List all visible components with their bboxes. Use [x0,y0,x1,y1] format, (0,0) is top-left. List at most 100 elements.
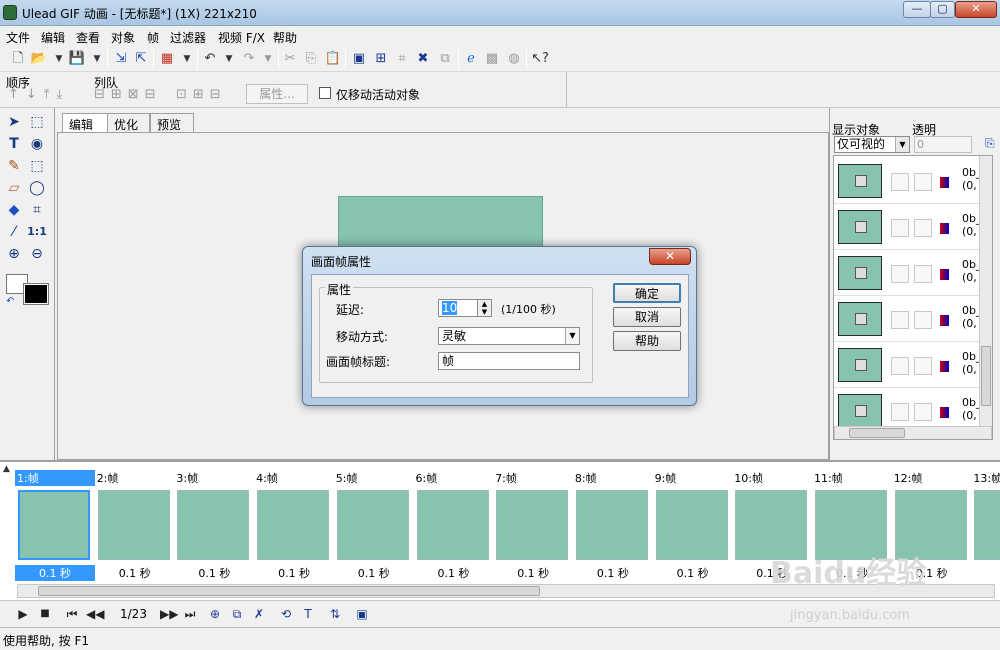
properties-button[interactable]: 属性... [246,84,308,104]
export-icon[interactable]: ▩ [483,50,501,68]
frame-thumbnail[interactable]: 7:帧 0.1 秒 [493,465,573,581]
visible-checkbox[interactable] [891,403,909,421]
lasso-tool-icon[interactable]: ◯ [27,178,47,198]
distribute-tools-icon[interactable]: ⊡⊞⊟ [176,87,227,102]
copy-icon[interactable]: ⎘ [302,50,320,68]
brush-tool-icon[interactable]: ✎ [4,156,24,176]
context-help-icon[interactable]: ↖? [531,50,549,68]
frame-thumbnail[interactable]: 9:帧 0.1 秒 [653,465,733,581]
lock-checkbox[interactable] [914,219,932,237]
tab-edit[interactable]: 编辑 [62,113,108,134]
visible-checkbox[interactable] [891,173,909,191]
frame-thumbnail[interactable]: 1:帧 0.1 秒 [15,465,95,581]
open-dropdown-icon[interactable]: ▼ [50,50,68,68]
add-image-icon[interactable]: ⇲ [112,50,130,68]
visible-checkbox[interactable] [891,311,909,329]
last-frame-icon[interactable]: ⏭ [182,606,198,622]
minimize-button[interactable]: — [903,1,931,18]
first-frame-icon[interactable]: ⏮ [64,606,80,622]
vscroll-thumb[interactable] [981,346,991,406]
swap-colors-icon[interactable]: ↶ [6,296,14,307]
object-list-hscrollbar[interactable] [834,426,992,439]
delay-input[interactable]: 10 [438,299,478,317]
dialog-close-button[interactable]: ✕ [649,248,691,265]
undo-dropdown-icon[interactable]: ▼ [220,50,238,68]
chevron-down-icon[interactable]: ▼ [565,328,579,344]
frame-duration[interactable]: 0.1 秒 [334,565,414,581]
help-button[interactable]: 帮助 [613,331,681,351]
fill-tool-icon[interactable]: ◆ [4,200,24,220]
frame-thumbnail[interactable]: 8:帧 0.1 秒 [573,465,653,580]
object-manager-icon[interactable]: ⊞ [372,50,390,68]
lock-checkbox[interactable] [914,265,932,283]
transparency-field[interactable]: 0 [914,136,972,153]
menu-edit[interactable]: 编辑 [41,29,65,46]
align-tools-icon[interactable]: ⊟⊞⊠⊟ [94,87,162,102]
visible-checkbox[interactable] [891,265,909,283]
reverse-frames-icon[interactable]: ⇅ [327,606,343,622]
menu-help[interactable]: 帮助 [273,29,297,46]
lock-checkbox[interactable] [914,357,932,375]
close-button[interactable]: ✕ [955,1,997,18]
lock-checkbox[interactable] [914,173,932,191]
tab-preview[interactable]: 预览 [150,113,194,133]
undo-icon[interactable]: ↶ [201,50,219,68]
redo-dropdown-icon[interactable]: ▼ [259,50,277,68]
cut-icon[interactable]: ✂ [281,50,299,68]
list-item[interactable]: 0b_ (0, [834,250,981,296]
menu-filter[interactable]: 过滤器 [170,29,206,46]
frame-thumbnail[interactable]: 13:帧 [971,465,1000,579]
open-folder-icon[interactable]: 📂 [30,50,48,68]
save-icon[interactable]: 💾 [68,50,86,68]
delay-spinner[interactable]: ▲ ▼ [477,299,492,317]
order-arrows-icon[interactable]: ↑↓⤒⤓ [8,87,69,102]
frame-properties-icon[interactable]: ▣ [354,606,370,622]
visible-checkbox[interactable] [891,219,909,237]
frame-duration[interactable]: 0.1 秒 [493,565,573,581]
banner-text-icon[interactable]: T [300,606,316,622]
next-frame-icon[interactable]: ▶▶ [160,606,178,622]
hscroll-thumb[interactable] [849,428,905,438]
delete-icon[interactable]: ✖ [414,50,432,68]
frame-thumbnail[interactable]: 5:帧 0.1 秒 [334,465,414,581]
add-video-icon[interactable]: ⇱ [132,50,150,68]
frame-title-input[interactable]: 帧 [438,352,580,370]
image-properties-icon[interactable]: ▣ [350,50,368,68]
delete-frame-icon[interactable]: ✗ [251,606,267,622]
eraser-tool-icon[interactable]: ▱ [4,178,24,198]
ok-button[interactable]: 确定 [613,283,681,303]
move-active-only-checkbox[interactable] [319,87,331,99]
frame-panel-collapse-icon[interactable]: ▲ [3,464,10,474]
frame-thumbnail[interactable]: 4:帧 0.1 秒 [254,465,334,581]
list-item[interactable]: 0b_ (0, [834,296,981,342]
object-properties-icon[interactable]: ⎘ [985,136,995,151]
redo-icon[interactable]: ↷ [240,50,258,68]
merge-icon[interactable]: ⧉ [436,50,454,68]
lock-checkbox[interactable] [914,311,932,329]
frame-thumbnail[interactable]: 6:帧 0.1 秒 [414,465,494,580]
list-item[interactable]: 0b_ (0, [834,342,981,388]
color-palette-icon[interactable]: ▦ [158,50,176,68]
frame-duration[interactable]: 0.1 秒 [95,565,175,581]
stop-icon[interactable]: ■ [37,606,53,622]
rotate-tool-icon[interactable]: ◉ [27,134,47,154]
play-icon[interactable]: ▶ [15,606,31,622]
show-objects-select[interactable]: 仅可视的 ▼ [834,136,910,153]
save-dropdown-icon[interactable]: ▼ [88,50,106,68]
zoom-in-icon[interactable]: ⊕ [4,244,24,264]
object-list-vscrollbar[interactable] [979,156,992,426]
frame-duration[interactable]: 0.1 秒 [653,565,733,581]
crop-icon[interactable]: ⌗ [393,50,411,68]
add-frame-icon[interactable]: ⊕ [207,606,223,622]
frame-thumbnail[interactable]: 2:帧 0.1 秒 [95,465,175,581]
magic-wand-tool-icon[interactable]: ⬚ [27,156,47,176]
frame-duration[interactable]: 0.1 秒 [254,565,334,581]
pointer-tool-icon[interactable]: ➤ [4,112,24,132]
foreground-color-swatch[interactable] [23,283,49,305]
menu-video-fx[interactable]: 视频 F/X [218,29,265,46]
tween-icon[interactable]: ⟲ [278,606,294,622]
chevron-down-icon[interactable]: ▼ [895,137,909,152]
actual-size-icon[interactable]: 1:1 [27,222,47,242]
frame-hscroll-thumb[interactable] [38,586,540,596]
maximize-button[interactable]: ▢ [930,1,955,18]
